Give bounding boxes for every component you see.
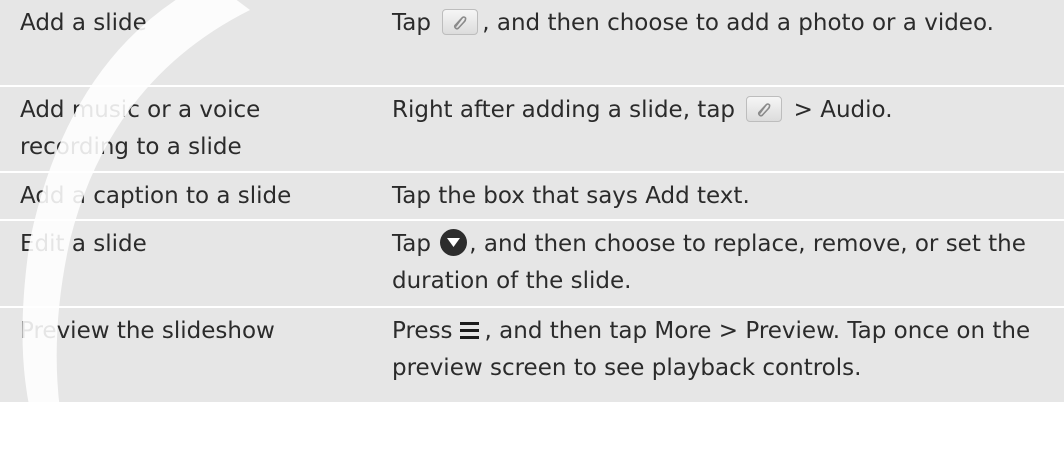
- instruction-cell: Tap the box that says Add text.: [392, 173, 1052, 215]
- action-cell: Add music or a voice recording to a slid…: [20, 97, 261, 160]
- instruction-text: >: [786, 97, 821, 123]
- ui-term: Audio: [820, 97, 886, 123]
- instruction-cell: Tap , and then choose to replace, remove…: [392, 221, 1052, 300]
- paperclip-icon: [746, 95, 783, 122]
- instruction-text: Tap: [392, 10, 431, 36]
- instruction-text: .: [885, 97, 893, 123]
- instruction-text: , and then choose to replace, remove, or…: [392, 231, 1026, 294]
- instruction-text: .: [742, 183, 750, 209]
- table-row: Edit a slide Tap , and then choose to re…: [0, 221, 1064, 308]
- instruction-text: , and then choose to add a photo or a vi…: [482, 10, 994, 36]
- action-cell: Edit a slide: [20, 231, 147, 257]
- instruction-text: , and then tap: [484, 318, 655, 344]
- instruction-text: >: [711, 318, 746, 344]
- down-arrow-circle-icon: [440, 229, 468, 256]
- menu-icon: [459, 319, 481, 341]
- ui-term: More: [654, 318, 712, 344]
- instruction-text: Tap the box that says: [392, 183, 646, 209]
- ui-term: Add text: [645, 183, 743, 209]
- action-cell: Preview the slideshow: [20, 318, 275, 344]
- instruction-text: Right after adding a slide, tap: [392, 97, 736, 123]
- table-row: Add a slide Tap , and then choose to add…: [0, 0, 1064, 87]
- paperclip-icon: [442, 8, 479, 35]
- action-cell: Add a slide: [20, 10, 147, 36]
- action-cell: Add a caption to a slide: [20, 183, 292, 209]
- instruction-text: Tap: [392, 231, 439, 257]
- instruction-cell: Right after adding a slide, tap > Audio.: [392, 87, 1052, 129]
- ui-term: Preview: [745, 318, 833, 344]
- instruction-text: Press: [392, 318, 453, 344]
- instruction-cell: Tap , and then choose to add a photo or …: [392, 0, 1052, 42]
- table-row: Add music or a voice recording to a slid…: [0, 87, 1064, 173]
- table-row: Add a caption to a slide Tap the box tha…: [0, 173, 1064, 221]
- table-row: Preview the slideshow Press , and then ta…: [0, 308, 1064, 402]
- instruction-cell: Press, and then tap More > Preview. Tap …: [392, 308, 1052, 387]
